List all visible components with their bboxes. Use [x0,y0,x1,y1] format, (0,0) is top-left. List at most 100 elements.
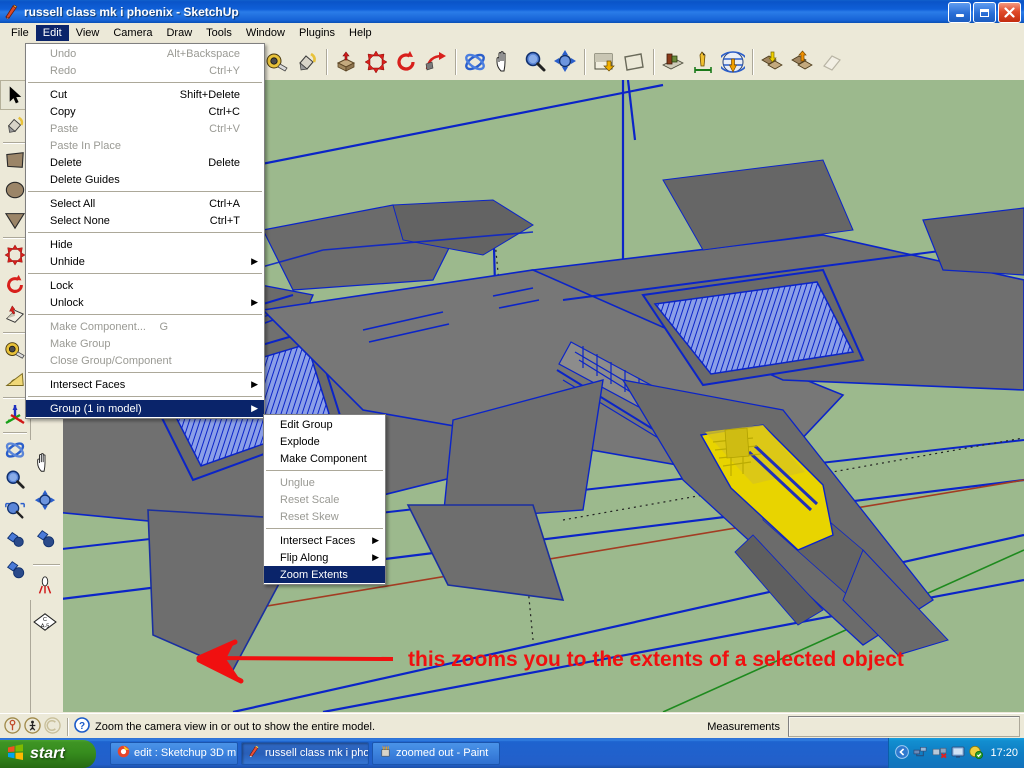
paint-bucket-icon[interactable] [292,47,322,77]
geo-location-icon[interactable] [4,716,21,737]
system-tray: 17:20 [888,738,1024,768]
menu-help[interactable]: Help [342,25,379,41]
menu-item-paste[interactable]: Paste Ctrl+V [26,120,264,137]
tape-measure-icon[interactable] [262,47,292,77]
menu-edit[interactable]: Edit [35,25,69,41]
menu-view[interactable]: View [69,25,107,41]
network-icon[interactable] [913,745,928,762]
person-icon[interactable] [24,716,41,737]
menu-item-intersect-faces[interactable]: Intersect Faces ▶ [26,376,264,393]
menu-item-label: Reset Skew [280,510,339,523]
follow-me-icon[interactable] [421,47,451,77]
menu-item-make-component[interactable]: Make Component... G [26,318,264,335]
taskbar-item-sketchup[interactable]: russell class mk i phoe... [241,741,369,765]
zoom-icon[interactable] [520,47,550,77]
orbit-icon[interactable] [0,435,30,465]
push-pull-icon[interactable] [331,47,361,77]
walk-icon[interactable] [0,555,30,585]
menu-item-cut[interactable]: Cut Shift+Delete [26,86,264,103]
window-controls [948,2,1021,23]
system-clock[interactable]: 17:20 [990,747,1018,759]
menu-item-paste-in-place[interactable]: Paste In Place [26,137,264,154]
menu-divider [266,528,383,529]
menu-plugins[interactable]: Plugins [292,25,342,41]
zoom-icon[interactable] [0,465,30,495]
menu-item-lock[interactable]: Lock [26,277,264,294]
credits-icon[interactable] [44,716,61,737]
svg-text:?: ? [79,721,85,732]
menu-tools[interactable]: Tools [199,25,239,41]
menu-item-delete-guides[interactable]: Delete Guides [26,171,264,188]
measurements-input[interactable] [788,716,1020,737]
menu-item-accel: Ctrl+Y [209,64,240,77]
maximize-button[interactable] [973,2,996,23]
submenu-item-make-component[interactable]: Make Component [264,450,385,467]
close-button[interactable] [998,2,1021,23]
submenu-item-unglue[interactable]: Unglue [264,474,385,491]
toolbar-divider [653,48,654,75]
menu-divider [28,396,262,397]
menu-item-undo[interactable]: Undo Alt+Backspace [26,45,264,62]
edit-dropdown-menu[interactable]: Undo Alt+Backspace Redo Ctrl+Y Cut Shift… [25,43,265,419]
taskbar-item-paint[interactable]: zoomed out - Paint [372,741,500,765]
menu-item-copy[interactable]: Copy Ctrl+C [26,103,264,120]
menu-item-redo[interactable]: Redo Ctrl+Y [26,62,264,79]
menu-item-close-group-component[interactable]: Close Group/Component [26,352,264,369]
menu-item-select-all[interactable]: Select All Ctrl+A [26,195,264,212]
taskbar-item-browser[interactable]: edit : Sketchup 3D m... [110,741,238,765]
model-info-icon[interactable] [817,47,847,77]
menu-item-label: Reset Scale [280,493,340,506]
menu-item-label: Intersect Faces [280,534,356,547]
pan-icon[interactable] [490,47,520,77]
menu-window[interactable]: Window [239,25,292,41]
section-display-icon[interactable] [619,47,649,77]
menu-item-select-none[interactable]: Select None Ctrl+T [26,212,264,229]
section-plane-icon[interactable] [589,47,619,77]
menu-item-make-group[interactable]: Make Group [26,335,264,352]
zoom-extents-icon[interactable] [30,486,60,516]
section-plane-icon[interactable]: C A-5 [30,607,60,637]
share-model-icon[interactable] [787,47,817,77]
menu-draw[interactable]: Draw [159,25,199,41]
antivirus-icon[interactable] [932,745,948,762]
position-camera-icon[interactable] [0,525,30,555]
globe-icon[interactable] [718,47,748,77]
menu-camera[interactable]: Camera [106,25,159,41]
menu-item-unlock[interactable]: Unlock ▶ [26,294,264,311]
zoom-window-icon[interactable] [0,495,30,525]
toolbar-divider [455,48,456,75]
menu-item-unhide[interactable]: Unhide ▶ [26,253,264,270]
submenu-item-edit-group[interactable]: Edit Group [264,416,385,433]
move-icon[interactable] [361,47,391,77]
minimize-button[interactable] [948,2,971,23]
orbit-icon[interactable] [460,47,490,77]
display-icon[interactable] [951,745,965,762]
start-label: start [30,744,65,762]
toolbar-divider [33,564,60,565]
start-button[interactable]: start [0,739,96,768]
menu-item-delete[interactable]: Delete Delete [26,154,264,171]
submenu-item-reset-skew[interactable]: Reset Skew [264,508,385,525]
get-models-icon[interactable] [757,47,787,77]
zoom-extents-icon[interactable] [550,47,580,77]
show-hidden-icons-icon[interactable] [895,744,910,762]
dimension-icon[interactable] [688,47,718,77]
look-around-icon[interactable] [30,524,60,554]
submenu-item-reset-scale[interactable]: Reset Scale [264,491,385,508]
submenu-item-explode[interactable]: Explode [264,433,385,450]
walk-icon[interactable] [30,571,60,601]
submenu-item-zoom-extents[interactable]: Zoom Extents [264,566,385,583]
menu-item-group[interactable]: Group (1 in model) ▶ [26,400,264,417]
question-mark-icon[interactable]: ? [74,717,90,736]
menu-divider [28,273,262,274]
pan-icon[interactable] [30,448,60,478]
menu-item-label: Select All [50,197,96,210]
menu-item-hide[interactable]: Hide [26,236,264,253]
rotate-icon[interactable] [391,47,421,77]
group-submenu[interactable]: Edit Group Explode Make Component Unglue… [263,414,386,585]
menu-file[interactable]: File [4,25,36,41]
updates-icon[interactable] [969,745,984,762]
submenu-item-intersect-faces[interactable]: Intersect Faces ▶ [264,532,385,549]
submenu-item-flip-along[interactable]: Flip Along ▶ [264,549,385,566]
materials-browser-icon[interactable] [658,47,688,77]
